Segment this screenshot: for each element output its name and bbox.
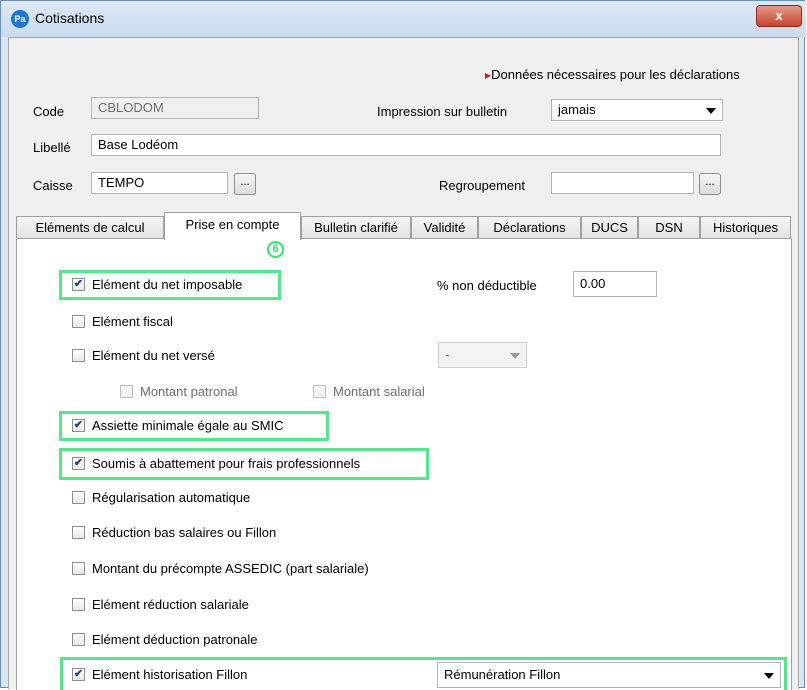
regroupement-field[interactable] — [551, 172, 694, 194]
reduction-fillon-label: Réduction bas salaires ou Fillon — [92, 525, 277, 540]
caisse-field[interactable]: TEMPO — [91, 172, 228, 194]
caisse-label: Caisse — [33, 178, 73, 193]
tab-bulletin-clarifie[interactable]: Bulletin clarifié — [301, 216, 411, 239]
abattement-label: Soumis à abattement pour frais professio… — [92, 456, 361, 471]
tab-validite[interactable]: Validité — [411, 216, 478, 239]
abattement-checkbox[interactable]: ✔ — [72, 457, 85, 470]
window-content: ▶Données nécessaires pour les déclaratio… — [8, 37, 799, 690]
reduction-salariale-checkbox[interactable] — [72, 598, 85, 611]
net-verse-select: - — [438, 342, 527, 368]
montant-patronal-checkbox — [120, 385, 133, 398]
precompte-assedic-label: Montant du précompte ASSEDIC (part salar… — [92, 561, 369, 576]
net-verse-label: Elément du net versé — [92, 348, 215, 363]
required-data-note: ▶Données nécessaires pour les déclaratio… — [485, 67, 740, 82]
deduction-patronale-checkbox[interactable] — [72, 633, 85, 646]
historisation-select[interactable]: Rémunération Fillon — [437, 662, 781, 688]
code-label: Code — [33, 104, 65, 119]
net-verse-select-value: - — [445, 347, 450, 362]
chevron-down-icon — [706, 108, 716, 114]
assiette-smic-checkbox[interactable]: ✔ — [72, 419, 85, 432]
libelle-field[interactable]: Base Lodéom — [91, 134, 721, 156]
impression-label: Impression sur bulletin — [377, 104, 508, 119]
montant-patronal-label: Montant patronal — [140, 384, 238, 399]
fiscal-label: Elément fiscal — [92, 314, 173, 329]
non-deductible-field[interactable]: 0.00 — [573, 271, 657, 297]
title-bar: Pa Cotisations x — [1, 1, 806, 37]
tab-elements-de-calcul[interactable]: Eléments de calcul — [16, 216, 164, 239]
tab-declarations[interactable]: Déclarations — [478, 216, 581, 239]
chevron-down-icon — [510, 353, 520, 359]
step-marker: 6 — [267, 241, 284, 258]
deduction-patronale-label: Elément déduction patronale — [92, 632, 258, 647]
impression-select[interactable]: jamais — [551, 99, 723, 121]
impression-select-value: jamais — [558, 102, 596, 117]
tab-historiques[interactable]: Historiques — [700, 216, 791, 239]
historisation-fillon-label: Elément historisation Fillon — [92, 667, 248, 682]
precompte-assedic-checkbox[interactable] — [72, 562, 85, 575]
historisation-select-value: Rémunération Fillon — [444, 667, 561, 682]
assiette-smic-label: Assiette minimale égale au SMIC — [92, 418, 284, 433]
tab-dsn[interactable]: DSN — [638, 216, 700, 239]
regroupement-browse-button[interactable]: ... — [699, 173, 721, 195]
non-deductible-label: % non déductible — [437, 278, 537, 293]
net-imposable-label: Elément du net imposable — [92, 277, 243, 292]
montant-salarial-label: Montant salarial — [333, 384, 425, 399]
net-imposable-checkbox[interactable]: ✔ — [72, 278, 85, 291]
fiscal-checkbox[interactable] — [72, 315, 85, 328]
net-verse-checkbox[interactable] — [72, 349, 85, 362]
window-title: Cotisations — [35, 10, 105, 26]
code-field: CBLODOM — [91, 97, 259, 119]
historisation-fillon-checkbox[interactable]: ✔ — [72, 668, 85, 681]
tab-ducs[interactable]: DUCS — [581, 216, 638, 239]
reduction-fillon-checkbox[interactable] — [72, 526, 85, 539]
regularisation-label: Régularisation automatique — [92, 490, 251, 505]
cotisations-window: Pa Cotisations x ▶Données nécessaires po… — [0, 0, 806, 690]
regroupement-label: Regroupement — [439, 178, 525, 193]
caisse-browse-button[interactable]: ... — [234, 173, 256, 195]
libelle-label: Libellé — [33, 140, 71, 155]
montant-salarial-checkbox — [313, 385, 326, 398]
app-icon: Pa — [11, 10, 29, 28]
reduction-salariale-label: Elément réduction salariale — [92, 597, 249, 612]
close-button[interactable]: x — [756, 5, 802, 27]
regularisation-checkbox[interactable] — [72, 491, 85, 504]
tab-prise-en-compte[interactable]: Prise en compte — [164, 212, 301, 240]
chevron-down-icon — [764, 673, 774, 679]
